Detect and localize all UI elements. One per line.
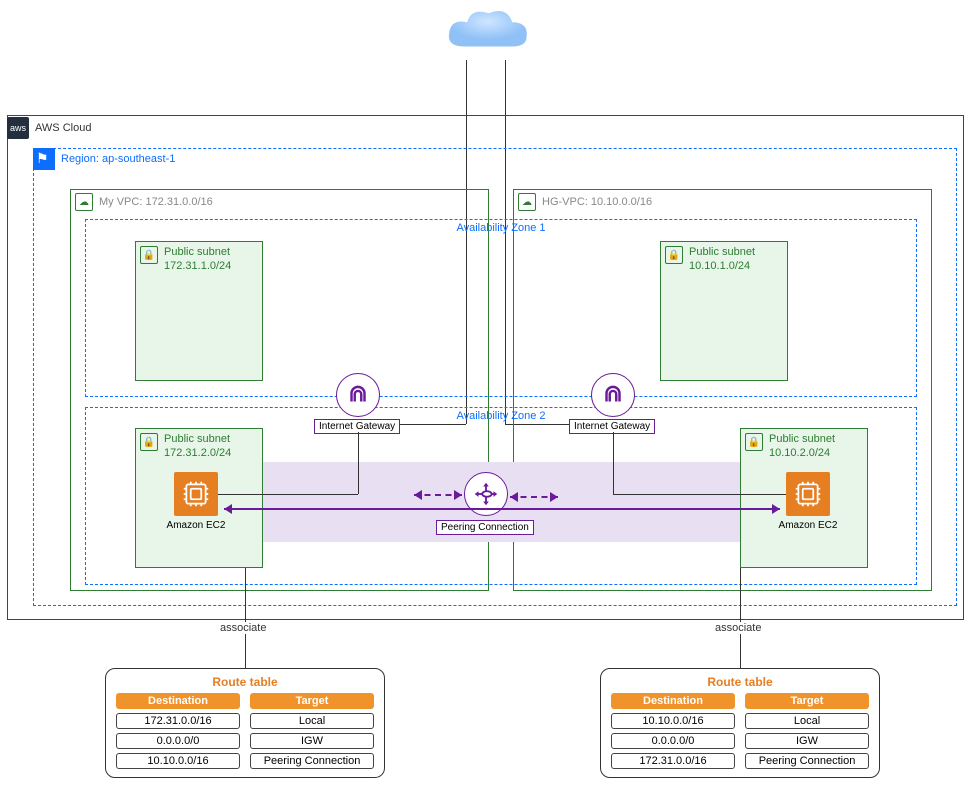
connector-line (218, 494, 358, 495)
aws-cloud-header: aws AWS Cloud (7, 117, 91, 139)
connector-line (358, 432, 359, 494)
subnet-cidr: 10.10.2.0/24 (769, 447, 863, 461)
route-table-left: Route table Destination 172.31.0.0/16 0.… (105, 668, 385, 778)
ec2-peering-double-arrow (224, 508, 780, 510)
connector-line (613, 494, 786, 495)
associate-right-label: associate (713, 622, 763, 634)
vpc-icon: ☁ (75, 193, 93, 211)
rt-cell: Local (745, 713, 869, 729)
connector-line (613, 432, 614, 494)
route-table-title: Route table (116, 675, 374, 689)
vpc-left-label: My VPC: 172.31.0.0/16 (99, 196, 213, 208)
subnet-title: Public subnet (689, 246, 783, 260)
vpc-left-header: ☁ My VPC: 172.31.0.0/16 (75, 193, 213, 211)
region-header: Region: ap-southeast-1 (33, 148, 175, 170)
subnet-lock-icon: 🔒 (665, 246, 683, 264)
vpc-icon: ☁ (518, 193, 536, 211)
subnet-cidr: 10.10.1.0/24 (689, 260, 783, 274)
associate-line-left (245, 568, 246, 668)
rt-header-dest: Destination (611, 693, 735, 709)
rt-cell: 172.31.0.0/16 (611, 753, 735, 769)
associate-line-right (740, 568, 741, 668)
ec2-right-label: Amazon EC2 (772, 520, 844, 531)
ec2-right-icon (786, 472, 830, 516)
subnet-cidr: 172.31.2.0/24 (164, 447, 258, 461)
vpc-right-header: ☁ HG-VPC: 10.10.0.0/16 (518, 193, 652, 211)
subnet-lock-icon: 🔒 (140, 246, 158, 264)
ec2-left-icon (174, 472, 218, 516)
route-table-right: Route table Destination 10.10.0.0/16 0.0… (600, 668, 880, 778)
rt-cell: 10.10.0.0/16 (116, 753, 240, 769)
peering-label: Peering Connection (436, 520, 534, 535)
subnet-left-az1: 🔒 Public subnet 172.31.1.0/24 (135, 241, 263, 381)
subnet-cidr: 172.31.1.0/24 (164, 260, 258, 274)
rt-cell: 10.10.0.0/16 (611, 713, 735, 729)
ec2-left-label: Amazon EC2 (160, 520, 232, 531)
az1-label: Availability Zone 1 (85, 222, 917, 234)
rt-cell: IGW (745, 733, 869, 749)
peering-arrow-right (510, 496, 558, 498)
subnet-title: Public subnet (164, 246, 258, 260)
connector-line (505, 60, 506, 116)
rt-cell: Peering Connection (745, 753, 869, 769)
region-label: Region: ap-southeast-1 (61, 153, 175, 165)
aws-cloud-label: AWS Cloud (35, 122, 91, 134)
vpc-right-label: HG-VPC: 10.10.0.0/16 (542, 196, 652, 208)
rt-cell: Local (250, 713, 374, 729)
rt-header-target: Target (745, 693, 869, 709)
connector-line (466, 60, 467, 116)
rt-header-target: Target (250, 693, 374, 709)
aws-logo-icon: aws (7, 117, 29, 139)
subnet-right-az1: 🔒 Public subnet 10.10.1.0/24 (660, 241, 788, 381)
igw-right-icon (591, 373, 635, 417)
igw-left-icon (336, 373, 380, 417)
rt-header-dest: Destination (116, 693, 240, 709)
rt-cell: Peering Connection (250, 753, 374, 769)
subnet-lock-icon: 🔒 (140, 433, 158, 451)
peering-arrow-left (414, 494, 462, 496)
subnet-lock-icon: 🔒 (745, 433, 763, 451)
region-flag-icon (33, 148, 55, 170)
diagram-canvas: aws AWS Cloud Region: ap-southeast-1 ☁ M… (0, 0, 971, 801)
rt-cell: 0.0.0.0/0 (116, 733, 240, 749)
subnet-title: Public subnet (164, 433, 258, 447)
internet-cloud-icon (442, 6, 532, 61)
route-table-title: Route table (611, 675, 869, 689)
rt-cell: 172.31.0.0/16 (116, 713, 240, 729)
subnet-title: Public subnet (769, 433, 863, 447)
rt-cell: 0.0.0.0/0 (611, 733, 735, 749)
rt-cell: IGW (250, 733, 374, 749)
az2-label: Availability Zone 2 (85, 410, 917, 422)
associate-left-label: associate (218, 622, 268, 634)
